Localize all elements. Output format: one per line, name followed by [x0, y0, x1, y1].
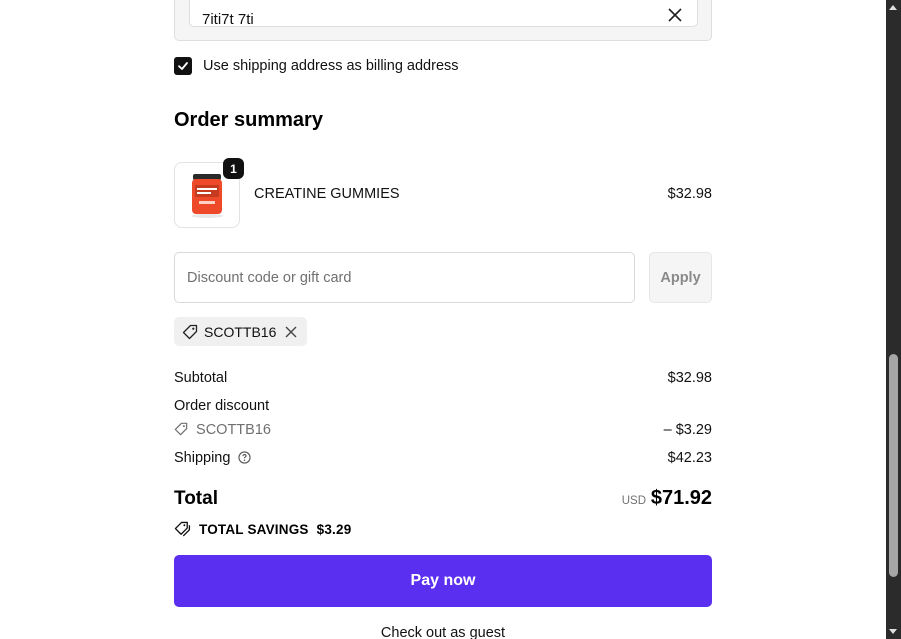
shipping-label: Shipping: [174, 450, 231, 466]
product-price: $32.98: [667, 186, 712, 202]
vertical-scrollbar[interactable]: [886, 0, 901, 639]
remove-code-icon[interactable]: [285, 326, 297, 338]
checkout-as-guest-link[interactable]: Check out as guest: [174, 625, 712, 639]
total-savings-label: TOTAL SAVINGS: [199, 522, 309, 537]
order-discount-label: Order discount: [174, 398, 270, 414]
address-card: 7iti7t 7ti: [174, 0, 712, 41]
address-field[interactable]: 7iti7t 7ti: [189, 0, 698, 28]
scroll-up-arrow-icon[interactable]: [889, 5, 897, 10]
applied-code-chip: SCOTTB16: [174, 317, 308, 346]
order-discount-row: Order discount: [174, 398, 712, 414]
checkmark-icon: [178, 62, 188, 70]
tag-icon: [182, 324, 198, 339]
total-amount: $71.92: [650, 487, 712, 509]
subtotal-value: $32.98: [667, 370, 712, 386]
scrollbar-thumb[interactable]: [889, 354, 898, 577]
currency-code: USD: [621, 495, 646, 507]
total-label: Total: [174, 488, 218, 509]
shipping-row: Shipping $42.23: [174, 450, 712, 466]
scroll-down-arrow-icon[interactable]: [889, 629, 897, 634]
order-summary-title: Order summary: [174, 109, 323, 131]
applied-code-text: SCOTTB16: [204, 323, 277, 340]
total-savings-value: $3.29: [316, 522, 352, 537]
discount-value: – $3.29: [663, 422, 712, 438]
apply-discount-button[interactable]: Apply: [649, 252, 712, 303]
product-image: 1: [174, 158, 244, 228]
savings-tags-icon: [174, 521, 191, 537]
discount-code-label: SCOTTB16: [196, 422, 271, 438]
discount-code-row: SCOTTB16 – $3.29: [174, 422, 712, 438]
quantity-badge: 1: [223, 158, 244, 179]
discount-code-input[interactable]: [174, 252, 635, 303]
billing-same-checkbox[interactable]: [174, 57, 192, 75]
total-savings: TOTAL SAVINGS $3.29: [174, 521, 351, 538]
shipping-value: $42.23: [667, 450, 712, 466]
subtotal-row: Subtotal $32.98: [174, 370, 712, 386]
product-name: CREATINE GUMMIES: [254, 186, 400, 202]
address-value: 7iti7t 7ti: [202, 11, 254, 28]
pay-now-button[interactable]: Pay now: [174, 555, 712, 607]
help-circle-icon[interactable]: [238, 451, 252, 464]
billing-same-row[interactable]: Use shipping address as billing address: [174, 56, 459, 76]
subtotal-label: Subtotal: [174, 370, 228, 386]
close-icon[interactable]: [667, 7, 683, 23]
billing-same-label: Use shipping address as billing address: [203, 58, 459, 74]
tag-icon: [174, 422, 188, 436]
